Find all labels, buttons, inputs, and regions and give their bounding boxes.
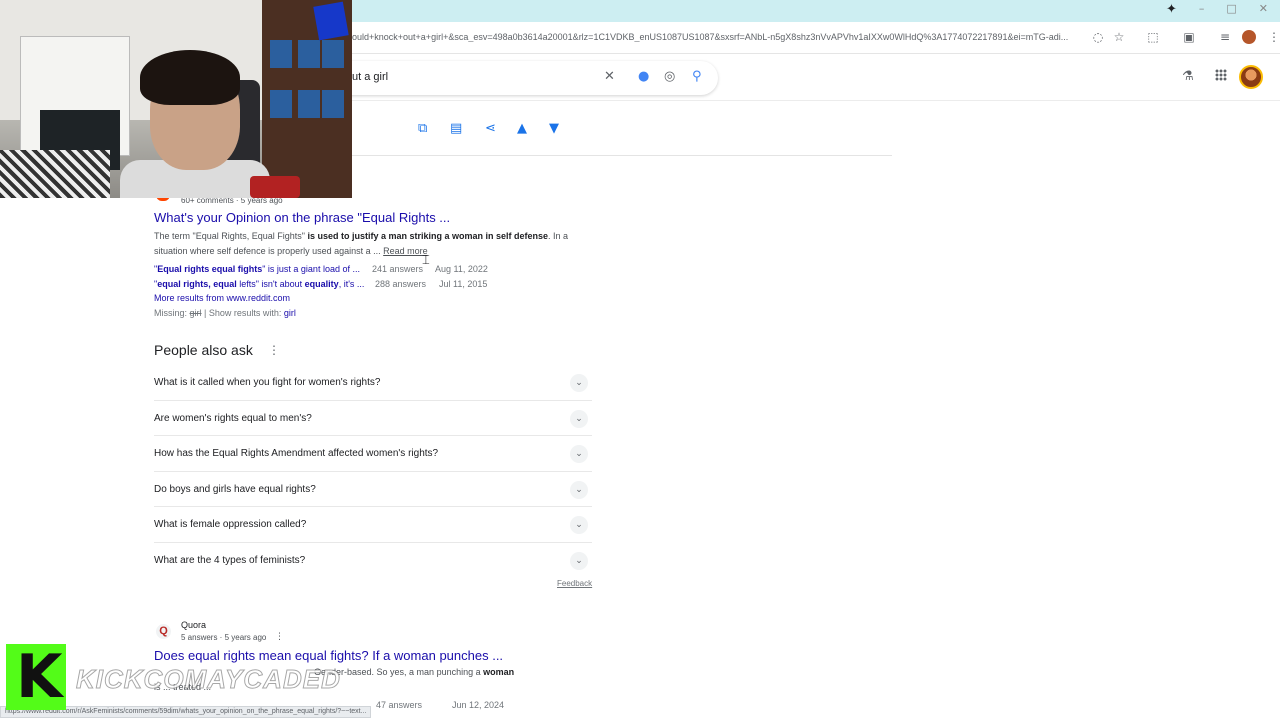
copy-icon[interactable]: ⧉: [418, 121, 427, 136]
apps-grid-icon[interactable]: [1215, 69, 1227, 81]
paa-question[interactable]: Are women's rights equal to men's? ⌄: [154, 401, 592, 436]
paa-question[interactable]: How has the Equal Rights Amendment affec…: [154, 436, 592, 472]
window-controls: – □ ✕: [1199, 2, 1268, 15]
ai-overview-actions: ⧉ ▤ ⋖ ▲ ▼: [352, 118, 892, 156]
chevron-down-icon[interactable]: ⌄: [570, 551, 588, 570]
people-also-ask-title: People also ask: [154, 342, 253, 358]
more-options-icon[interactable]: ⋮: [275, 632, 284, 642]
webcam-person-hair: [140, 50, 240, 105]
answer-date: Jul 11, 2015: [439, 279, 488, 289]
maximize-icon[interactable]: □: [1226, 2, 1236, 15]
lens-icon[interactable]: ◎: [664, 69, 675, 84]
feedback-link[interactable]: Feedback: [557, 579, 592, 588]
reading-list-icon[interactable]: ≡: [1217, 29, 1233, 45]
minimize-icon[interactable]: –: [1199, 2, 1205, 15]
chevron-down-icon[interactable]: ⌄: [570, 445, 588, 463]
paa-question-text: Are women's rights equal to men's?: [154, 412, 312, 424]
snippet-bold: is used to justify a man striking a woma…: [307, 231, 549, 241]
thumbs-down-icon[interactable]: ▼: [549, 121, 559, 136]
sub-result-row[interactable]: "equal rights, equal lefts" isn't about …: [154, 279, 364, 289]
share-icon[interactable]: ⋖: [485, 121, 496, 136]
answer-count: 241 answers: [372, 264, 424, 274]
paa-question[interactable]: What are the 4 types of feminists? ⌄: [154, 543, 592, 579]
address-bar[interactable]: ould+knock+out+a+girl+&sca_esv=498a0b361…: [352, 32, 1082, 42]
account-avatar[interactable]: [1239, 65, 1263, 89]
export-doc-icon[interactable]: ▤: [450, 121, 462, 136]
streamer-handle: KICKCOMAYCADED: [76, 664, 341, 695]
sub-result-link[interactable]: "Equal rights equal fights" is just a gi…: [154, 264, 360, 274]
chevron-down-icon[interactable]: ⌄: [570, 516, 588, 534]
sparkle-icon[interactable]: ✦: [1166, 2, 1177, 17]
paa-question-text: What is female oppression called?: [154, 519, 307, 530]
search-icon[interactable]: ⚲: [692, 69, 702, 84]
missing-terms: Missing: girl | Show results with: girl: [154, 308, 296, 318]
close-window-icon[interactable]: ✕: [1259, 2, 1268, 15]
eye-off-icon[interactable]: ◌: [1090, 29, 1106, 45]
snippet-text: The term "Equal Rights, Equal Fights": [154, 231, 308, 241]
kick-logo: K: [6, 644, 66, 710]
answer-count: 47 answers: [376, 700, 423, 710]
paa-question[interactable]: What is it called when you fight for wom…: [154, 365, 592, 401]
answer-count: 288 answers: [375, 279, 427, 289]
browser-profile-avatar[interactable]: [1242, 30, 1256, 44]
paa-question-text: How has the Equal Rights Amendment affec…: [154, 448, 439, 459]
more-options-icon[interactable]: ⋮: [268, 343, 280, 357]
answer-date: Jun 12, 2024: [452, 700, 505, 710]
show-results-with-link[interactable]: girl: [284, 308, 296, 318]
paa-question[interactable]: Do boys and girls have equal rights? ⌄: [154, 472, 592, 507]
read-more-link[interactable]: Read more: [383, 246, 428, 256]
flask-icon[interactable]: ⚗: [1182, 69, 1194, 84]
quora-icon: Q: [156, 624, 171, 639]
thumbs-up-icon[interactable]: ▲: [517, 121, 527, 136]
chevron-down-icon[interactable]: ⌄: [570, 374, 588, 392]
more-results-link[interactable]: More results from www.reddit.com: [154, 293, 290, 303]
webcam-bed: [0, 150, 110, 198]
paa-question-text: What are the 4 types of feminists?: [154, 554, 306, 566]
result-title-quora[interactable]: Does equal rights mean equal fights? If …: [154, 648, 503, 663]
menu-icon[interactable]: ⋮: [1266, 29, 1280, 45]
extensions-icon[interactable]: ⬚: [1145, 29, 1161, 45]
search-box[interactable]: ut a girl ✕ ● ◎ ⚲: [340, 61, 718, 95]
sub-result-row[interactable]: "Equal rights equal fights" is just a gi…: [154, 264, 360, 274]
sub-result-link[interactable]: "equal rights, equal lefts" isn't about …: [154, 279, 364, 289]
people-also-ask-list: What is it called when you fight for wom…: [154, 365, 592, 578]
cast-icon[interactable]: ▣: [1181, 29, 1197, 45]
webcam-overlay: [0, 0, 352, 198]
paa-question-text: What is it called when you fight for wom…: [154, 377, 381, 388]
webcam-red-object: [250, 176, 300, 198]
paa-question[interactable]: What is female oppression called? ⌄: [154, 507, 592, 543]
paa-question-text: Do boys and girls have equal rights?: [154, 483, 316, 495]
search-input[interactable]: ut a girl: [352, 71, 388, 83]
chevron-down-icon[interactable]: ⌄: [570, 409, 588, 428]
result-source: Quora: [181, 620, 207, 630]
close-icon[interactable]: ✕: [604, 69, 615, 84]
microphone-icon[interactable]: ●: [638, 69, 649, 84]
cursor-icon: ⌶: [422, 253, 430, 268]
result-meta: 5 answers · 5 years ago: [181, 633, 267, 642]
chevron-down-icon[interactable]: ⌄: [570, 480, 588, 499]
star-icon[interactable]: ☆: [1111, 29, 1127, 45]
webcam-flag: [313, 1, 349, 41]
result-title-reddit[interactable]: What's your Opinion on the phrase "Equal…: [154, 210, 450, 225]
answer-date: Aug 11, 2022: [435, 264, 488, 274]
result-snippet-reddit: The term "Equal Rights, Equal Fights" is…: [154, 229, 584, 259]
